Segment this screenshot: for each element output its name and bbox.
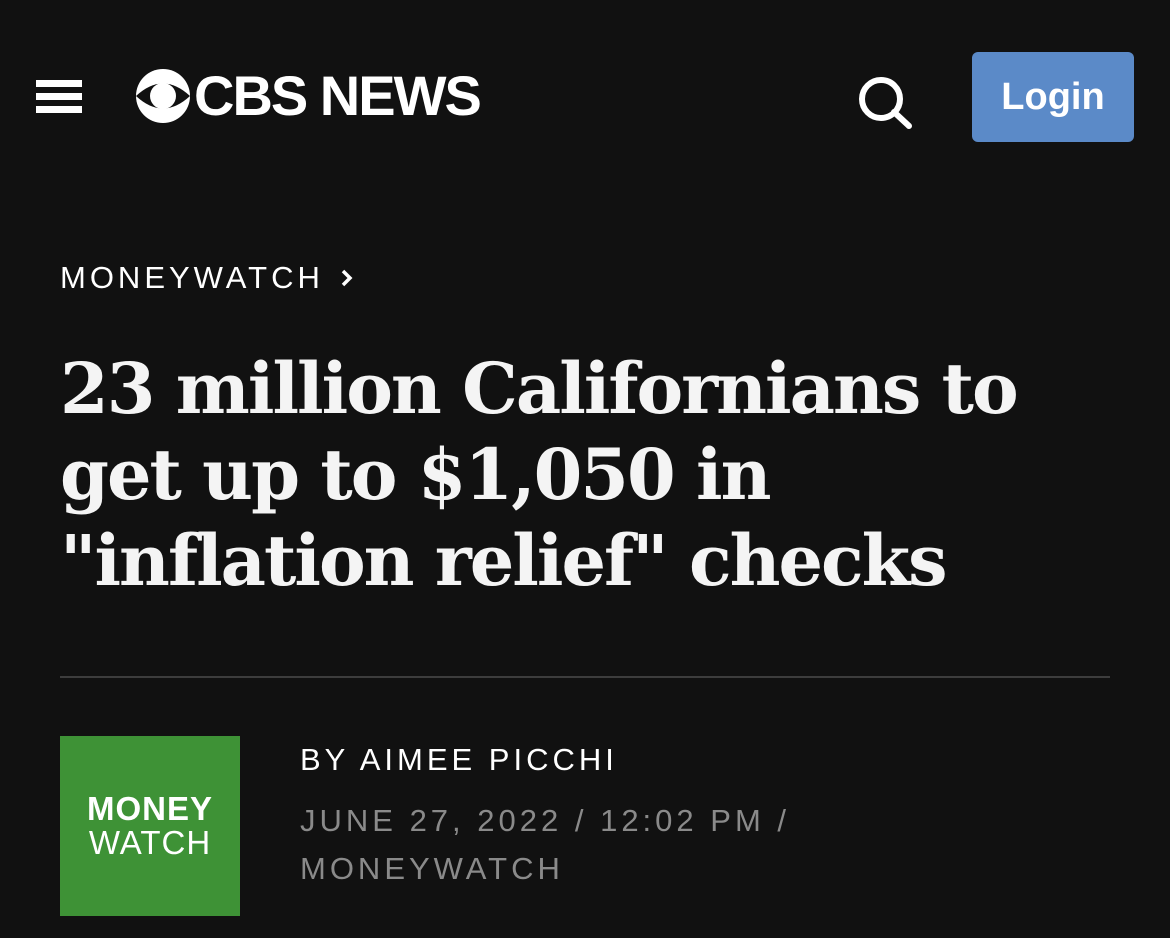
moneywatch-thumbnail: MONEY WATCH bbox=[60, 736, 240, 916]
login-button[interactable]: Login bbox=[972, 52, 1134, 142]
breadcrumb[interactable]: MONEYWATCH bbox=[60, 256, 354, 300]
breadcrumb-label: MONEYWATCH bbox=[60, 260, 324, 295]
menu-bar bbox=[36, 93, 82, 100]
thumbnail-label-money: MONEY bbox=[86, 790, 213, 827]
search-icon[interactable] bbox=[856, 74, 914, 130]
byline: BY AIMEE PICCHI bbox=[300, 740, 618, 780]
article-meta: JUNE 27, 2022 / 12:02 PM / MONEYWATCH bbox=[300, 797, 940, 893]
publish-date: JUNE 27, 2022 / 12:02 PM / bbox=[300, 803, 790, 838]
divider bbox=[60, 676, 1110, 678]
category-link[interactable]: MONEYWATCH bbox=[300, 845, 940, 893]
author-link[interactable]: AIMEE PICCHI bbox=[360, 742, 618, 777]
chevron-right-icon bbox=[341, 269, 353, 287]
menu-bar bbox=[36, 80, 82, 87]
byline-prefix: BY bbox=[300, 742, 360, 777]
hamburger-menu-icon[interactable] bbox=[36, 74, 84, 118]
cbs-news-logo[interactable]: CBS NEWS bbox=[134, 64, 482, 128]
logo-wordmark: CBS NEWS bbox=[194, 64, 482, 127]
site-header: CBS NEWS Login bbox=[0, 0, 1170, 190]
article-headline: 23 million Californians to get up to $1,… bbox=[60, 347, 1019, 602]
menu-bar bbox=[36, 106, 82, 113]
thumbnail-label-watch: WATCH bbox=[88, 824, 212, 861]
cbs-eye-icon bbox=[136, 69, 190, 123]
